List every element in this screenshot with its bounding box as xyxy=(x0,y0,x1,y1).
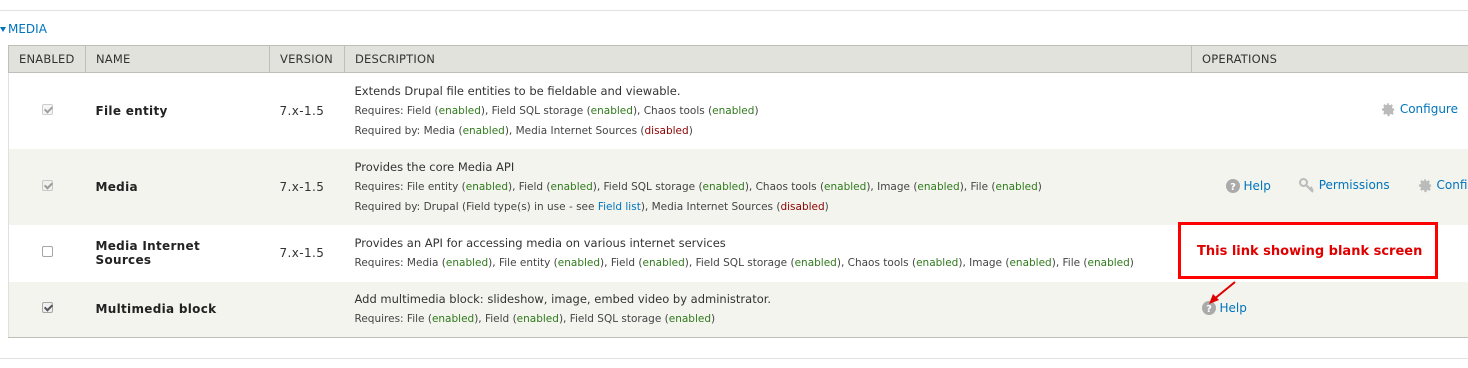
module-description: Provides the core Media API xyxy=(354,159,515,174)
svg-text:?: ? xyxy=(1230,182,1236,193)
enabled-checkbox[interactable] xyxy=(42,302,53,314)
bottom-divider xyxy=(0,358,1468,359)
header-enabled: ENABLED xyxy=(8,45,86,73)
gear-icon xyxy=(1381,102,1394,116)
annotation-callout-box: This link showing blank screen xyxy=(1178,222,1438,279)
module-required-by: Required by: Media (enabled), Media Inte… xyxy=(354,124,693,137)
module-version: 7.x-1.5 xyxy=(279,103,325,118)
table-row: Media 7.x-1.5 Provides the core Media AP… xyxy=(8,148,1468,225)
fieldset-legend-label: MEDIA xyxy=(8,22,47,36)
module-description: Add multimedia block: slideshow, image, … xyxy=(354,292,772,307)
annotation-arrow-icon xyxy=(1209,281,1236,304)
module-name: Media xyxy=(95,179,138,194)
gear-icon xyxy=(1418,178,1431,192)
top-divider xyxy=(0,10,1468,11)
module-description: Extends Drupal file entities to be field… xyxy=(354,83,681,98)
help-link[interactable]: ? Help xyxy=(1225,178,1271,193)
enabled-checkbox[interactable] xyxy=(42,179,53,191)
module-requires: Requires: Field (enabled), Field SQL sto… xyxy=(354,104,759,117)
module-name: Multimedia block xyxy=(95,302,217,317)
table-header-row: ENABLED NAME VERSION DESCRIPTION OPERATI… xyxy=(8,45,1468,73)
field-list-link[interactable]: Field list xyxy=(598,201,641,213)
module-version: 7.x-1.5 xyxy=(279,246,325,260)
header-version: VERSION xyxy=(269,45,345,73)
key-icon xyxy=(1298,177,1314,193)
annotation-text: This link showing blank screen xyxy=(1197,244,1423,259)
module-name: File entity xyxy=(95,103,168,118)
header-operations: OPERATIONS xyxy=(1191,45,1468,73)
modules-table: ENABLED NAME VERSION DESCRIPTION OPERATI… xyxy=(8,45,1468,338)
enabled-checkbox[interactable] xyxy=(42,246,53,257)
module-requires: Requires: Media (enabled), File entity (… xyxy=(354,257,1134,269)
header-name: NAME xyxy=(85,45,270,73)
configure-link[interactable]: Configure xyxy=(1418,178,1468,193)
help-icon: ? xyxy=(1225,178,1240,193)
table-row: Multimedia block Add multimedia block: s… xyxy=(8,281,1468,338)
module-requires: Requires: File (enabled), Field (enabled… xyxy=(354,313,716,326)
table-row: File entity 7.x-1.5 Extends Drupal file … xyxy=(8,72,1468,149)
header-description: DESCRIPTION xyxy=(344,45,1192,73)
configure-link[interactable]: Configure xyxy=(1381,102,1458,117)
collapse-triangle-icon xyxy=(0,26,6,32)
enabled-checkbox[interactable] xyxy=(42,103,53,115)
module-required-by: Required by: Drupal (Field type(s) in us… xyxy=(354,200,829,213)
module-name: Media Internet Sources xyxy=(95,239,200,267)
module-requires: Requires: File entity (enabled), Field (… xyxy=(354,180,1042,193)
module-description: Provides an API for accessing media on v… xyxy=(354,236,726,250)
media-fieldset-legend[interactable]: MEDIA xyxy=(0,21,47,37)
permissions-link[interactable]: Permissions xyxy=(1298,177,1390,193)
module-version: 7.x-1.5 xyxy=(279,179,325,194)
